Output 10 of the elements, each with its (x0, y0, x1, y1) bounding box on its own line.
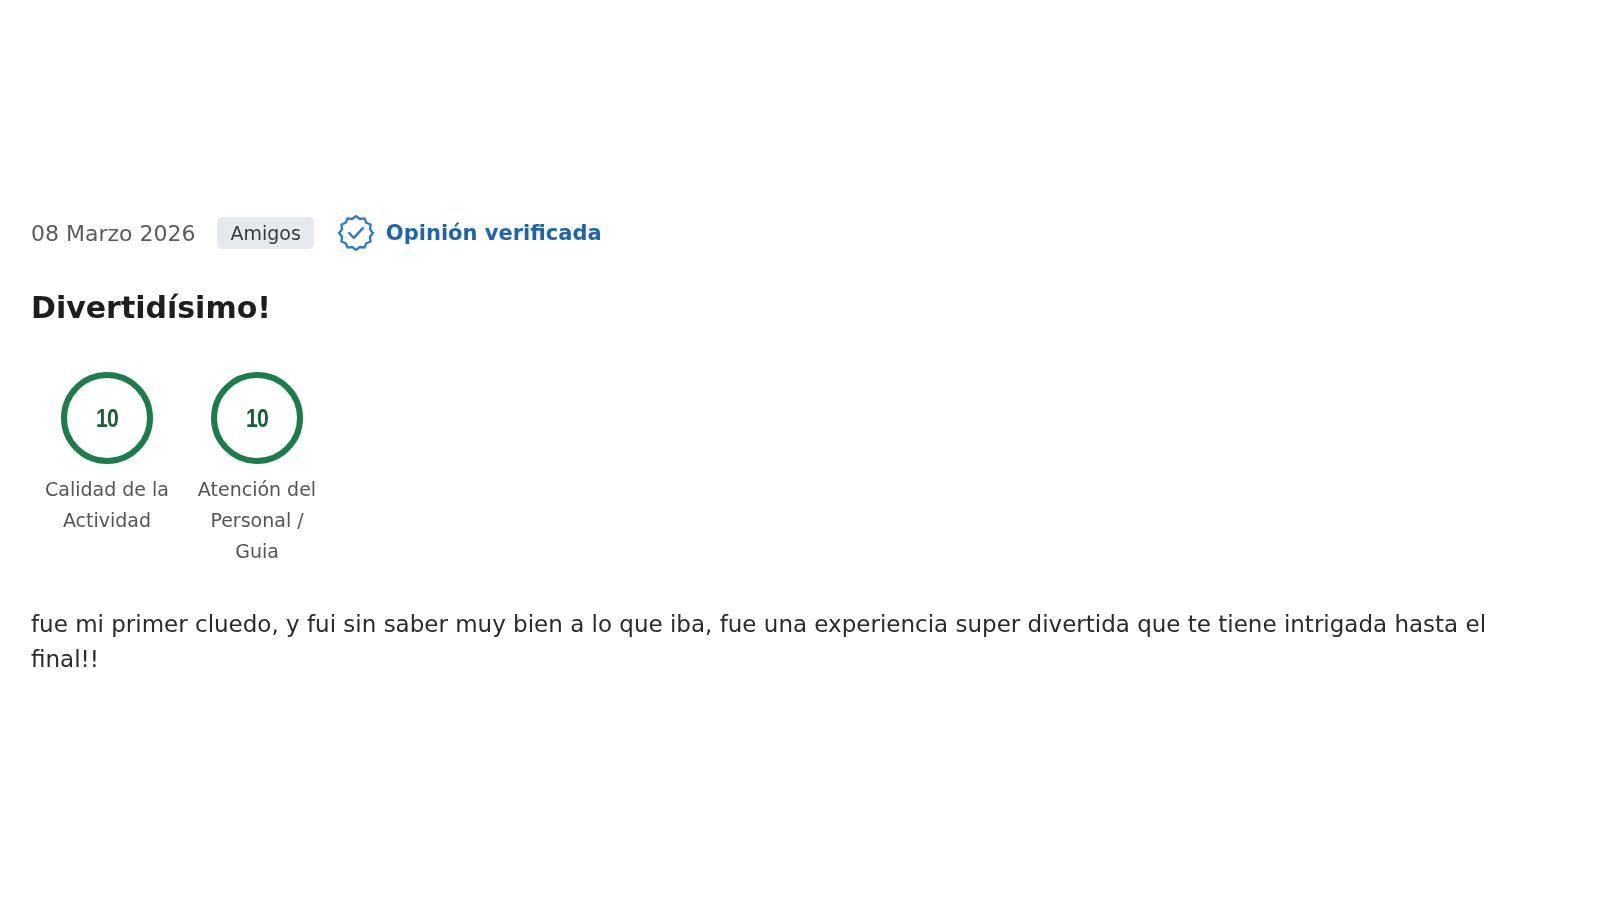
score-value: 10 (246, 405, 268, 431)
traveler-type-tag: Amigos (217, 217, 314, 249)
verified-badge-icon (337, 215, 374, 251)
score-label: Atención del Personal / Guia (196, 477, 318, 564)
score-value: 10 (96, 405, 118, 431)
review-date: 08 Marzo 2026 (31, 220, 196, 246)
review-text: fue mi primer cluedo, y fui sin saber muy bien a lo que iba, fue una experiencia super divertida que te tiene intrigada hasta el final!! (31, 610, 1488, 674)
verified-review-label: Opinión verificada (385, 221, 602, 245)
score-label: Calidad de la Actividad (44, 477, 170, 533)
review-title: Divertidísimo! (31, 289, 272, 327)
